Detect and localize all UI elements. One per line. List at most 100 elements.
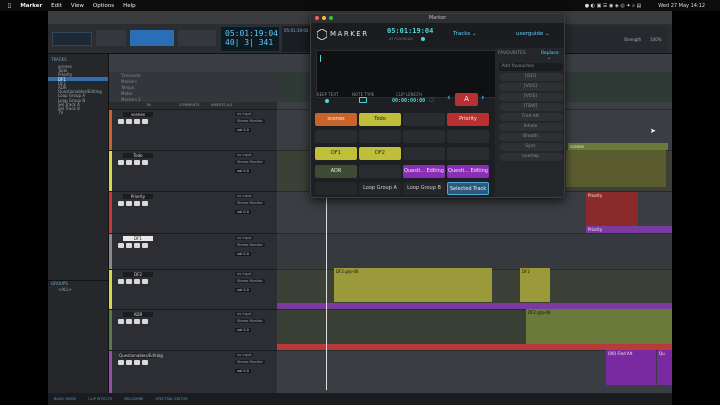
track-io[interactable]: no input [235,194,254,198]
track-name[interactable]: Todo [123,153,153,158]
track-output[interactable]: Stereo Monitor [235,319,265,323]
grid-tools[interactable] [178,30,216,46]
track-name[interactable]: DF1 [123,236,153,241]
marker-button-loop-group-b[interactable]: Loop Group B [403,182,445,195]
favourite-item[interactable]: [VOS] [498,83,563,91]
marker-button-scenes[interactable]: scenes [315,113,357,126]
marker-button-empty[interactable] [359,130,401,143]
user-dropdown[interactable]: userguide ⌄ [516,31,550,37]
track-io[interactable]: no input [235,236,254,240]
clip-df2-1[interactable]: DF2.grp-06 [334,268,492,302]
clip-length-value[interactable]: 00:00:00:00 [392,98,425,104]
marker-button-df1[interactable]: DF1 [315,147,357,160]
menu-options[interactable]: Options [93,3,114,9]
lane-df1[interactable] [277,233,672,269]
note-text-input[interactable] [316,50,498,98]
track-buttons[interactable] [118,160,148,165]
marker-button-empty[interactable] [315,182,357,195]
main-counter[interactable]: 05:01:19:04 40| 3| 341 [220,26,280,52]
favourite-item[interactable]: [TBW] [498,103,563,111]
track-output[interactable]: Stereo Monitor [235,243,265,247]
track-volume[interactable]: vol 0.0 [235,128,251,132]
track-output[interactable]: Stereo Monitor [235,279,265,283]
clip-questionables[interactable]: (06) Find Alt [606,350,656,385]
bottom-clip-effects[interactable]: CLIP EFFECTS [88,397,112,401]
marker-titlebar[interactable]: Marker [311,14,564,23]
marker-button-empty[interactable] [447,130,489,143]
track-row-questionables[interactable]: Questionables/Editing no input Stereo Mo… [109,350,277,393]
bottom-spectral-editor[interactable]: SPECTRAL EDITOR [156,397,188,401]
track-volume[interactable]: vol 0.0 [235,328,251,332]
zoom-icon[interactable] [329,16,333,20]
track-io[interactable]: no input [235,272,254,276]
track-output[interactable]: Stereo Monitor [235,201,265,205]
track-name[interactable]: Priority [123,194,153,199]
track-volume[interactable]: vol 0.0 [235,369,251,373]
favourite-item[interactable]: Inhale [498,123,563,131]
note-type-icon[interactable] [359,97,367,103]
track-volume[interactable]: vol 0.0 [235,288,251,292]
track-buttons[interactable] [118,243,148,248]
marker-button-empty[interactable] [359,165,401,178]
lock-icon[interactable]: ⎔ [429,97,434,104]
keep-text-toggle[interactable] [325,99,329,103]
marker-button-empty[interactable] [315,130,357,143]
track-buttons[interactable] [118,201,148,206]
close-icon[interactable] [315,16,319,20]
track-io[interactable]: no input [235,153,254,157]
note-letter-button[interactable]: A [455,93,478,106]
track-row-df1[interactable]: DF1 no input Stereo Monitor vol 0.0 [109,233,277,269]
track-row-scenes[interactable]: scenes no input Stereo Monitor vol 0.0 [109,109,277,150]
menu-app-name[interactable]: Marker [20,3,42,9]
favourite-item[interactable]: [VOS] [498,93,563,101]
track-io[interactable]: no input [235,353,254,357]
marker-button-questionables[interactable]: Questi... Editing [403,165,445,178]
track-buttons[interactable] [118,119,148,124]
track-output[interactable]: Stereo Monitor [235,360,265,364]
menu-view[interactable]: View [71,3,84,9]
track-output[interactable]: Stereo Monitor [235,119,265,123]
zoom-controls[interactable] [96,30,126,46]
track-buttons[interactable] [118,279,148,284]
edit-tools[interactable] [130,30,174,46]
clip-adr[interactable]: DF2.grp-06 [526,309,672,344]
marker-button-questionables-2[interactable]: Questi... Editing [447,165,489,178]
track-buttons[interactable] [118,360,148,365]
add-favourites-input[interactable]: Add favourites [498,63,563,71]
tracks-dropdown[interactable]: Tracks ⌄ [453,31,477,37]
marker-button-empty[interactable] [447,147,489,160]
clip-scenes-marker[interactable]: scenes [568,143,668,150]
chevron-down-icon[interactable]: ⌄ [547,55,551,61]
chevron-left-icon[interactable]: ‹ [447,93,451,103]
clip-priority-marker[interactable]: Priority [586,226,672,233]
marker-button-adr[interactable]: ADR [315,165,357,178]
clip-priority[interactable]: Priority [586,192,638,226]
clip-todo-region[interactable] [566,150,666,187]
marker-button-empty[interactable] [403,113,445,126]
menu-edit[interactable]: Edit [51,3,62,9]
minimize-icon[interactable] [322,16,326,20]
clip-questionables-2[interactable]: Qu [657,350,672,385]
marker-button-selected-track[interactable]: Selected Track [447,182,489,195]
track-row-priority[interactable]: Priority no input Stereo Monitor vol 0.0 [109,191,277,233]
favourite-item[interactable]: Breath [498,133,563,141]
clip-df2-2[interactable]: DF2 [520,268,550,302]
track-volume[interactable]: vol 0.0 [235,169,251,173]
track-row-todo[interactable]: Todo no input Stereo Monitor vol 0.0 [109,150,277,191]
marker-button-priority[interactable]: Priority [447,113,489,126]
track-volume[interactable]: vol 0.0 [235,252,251,256]
marker-button-todo[interactable]: Todo [359,113,401,126]
track-buttons[interactable] [118,319,148,324]
marker-button-df2[interactable]: DF2 [359,147,401,160]
apple-icon[interactable]:  [8,3,11,9]
track-io[interactable]: no input [235,312,254,316]
bottom-basic-mode[interactable]: BASIC MODE [54,397,76,401]
favourite-item[interactable]: Find Alt [498,113,563,121]
menubar-datetime[interactable]: Wed 27 May 14:12 [658,3,705,9]
bottom-melodyne[interactable]: MELODYNE [124,397,143,401]
track-output[interactable]: Stereo Monitor [235,160,265,164]
mode-buttons[interactable] [52,32,92,46]
track-row-df2[interactable]: DF2 no input Stereo Monitor vol 0.0 [109,269,277,309]
status-icons[interactable]: ● ◐ ▣ ☰ ◉ ◈ ◎ ✦ ⌕ ▤ [585,3,642,9]
group-all[interactable]: <ALL> [58,287,72,292]
